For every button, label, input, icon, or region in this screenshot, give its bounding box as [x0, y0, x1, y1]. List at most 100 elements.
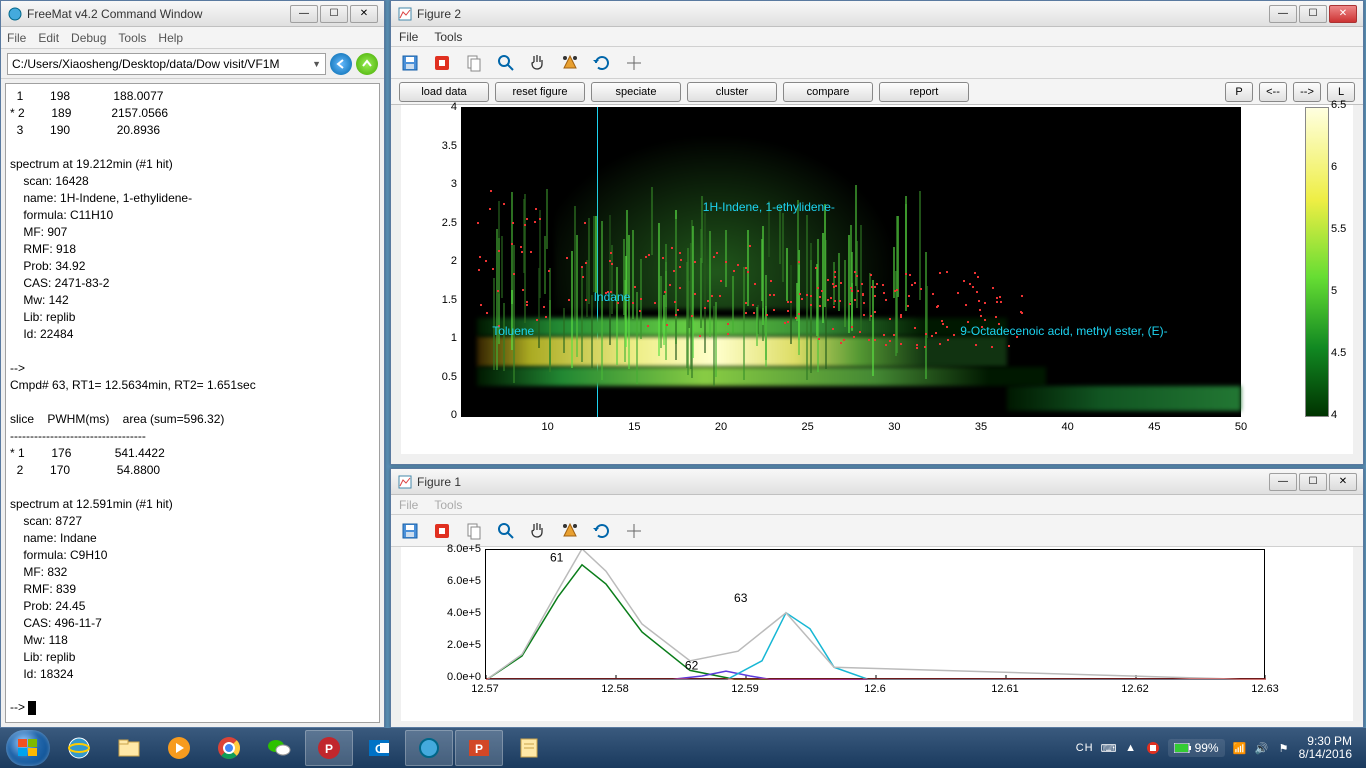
nav-next-button[interactable]: --> — [1293, 82, 1321, 102]
crosshair-icon[interactable] — [623, 52, 645, 74]
figure1-toolbar — [391, 515, 1363, 547]
line-chart[interactable]: 616263 — [485, 549, 1265, 679]
tray-app-icon[interactable] — [1146, 741, 1160, 755]
menu-file[interactable]: File — [399, 498, 418, 512]
system-tray: CH ⌨ ▲ 99% 📶 🔊 ⚑ 9:30 PM 8/14/2016 — [1068, 735, 1360, 761]
nav-prev-button[interactable]: <-- — [1259, 82, 1287, 102]
stop-icon[interactable] — [431, 520, 453, 542]
reset-view-icon[interactable] — [591, 520, 613, 542]
start-button[interactable] — [6, 730, 50, 766]
volume-icon[interactable]: 🔊 — [1255, 741, 1269, 755]
minimize-button[interactable]: — — [1269, 5, 1297, 23]
date: 8/14/2016 — [1299, 748, 1352, 761]
pan-icon[interactable] — [527, 520, 549, 542]
path-row: C:/Users/Xiaosheng/Desktop/data/Dow visi… — [1, 49, 384, 79]
maximize-button[interactable]: ☐ — [320, 5, 348, 23]
menu-file[interactable]: File — [399, 30, 418, 44]
menu-file[interactable]: File — [7, 31, 26, 45]
close-button[interactable]: ✕ — [1329, 473, 1357, 491]
figure2-actions: load data reset figure speciate cluster … — [391, 79, 1363, 105]
compare-button[interactable]: compare — [783, 82, 873, 102]
figure1-window: Figure 1 — ☐ ✕ File Tools 0.0e+02.0e+54.… — [390, 468, 1364, 728]
colorbar-ticks: 6.565.554.54 — [1331, 105, 1351, 417]
x-axis-ticks: 12.5712.5812.5912.612.6112.6212.63 — [485, 683, 1265, 701]
zoom-icon[interactable] — [495, 520, 517, 542]
zoom-icon[interactable] — [495, 52, 517, 74]
keyboard-icon[interactable]: ⌨ — [1102, 741, 1116, 755]
heatmap[interactable]: 1H-Indene, 1-ethylidene-IndaneToluene9-O… — [461, 107, 1241, 417]
taskbar-freemat[interactable] — [405, 730, 453, 766]
copy-icon[interactable] — [463, 52, 485, 74]
menu-tools[interactable]: Tools — [434, 30, 462, 44]
menu-help[interactable]: Help — [158, 31, 183, 45]
reset-view-icon[interactable] — [591, 52, 613, 74]
close-button[interactable]: ✕ — [350, 5, 378, 23]
report-button[interactable]: report — [879, 82, 969, 102]
menu-tools[interactable]: Tools — [434, 498, 462, 512]
pan-icon[interactable] — [527, 52, 549, 74]
close-button[interactable]: ✕ — [1329, 5, 1357, 23]
cluster-button[interactable]: cluster — [687, 82, 777, 102]
path-dropdown[interactable]: C:/Users/Xiaosheng/Desktop/data/Dow visi… — [7, 53, 326, 75]
speciate-button[interactable]: speciate — [591, 82, 681, 102]
language-indicator[interactable]: CH — [1076, 742, 1094, 754]
crosshair-icon[interactable] — [623, 520, 645, 542]
maximize-button[interactable]: ☐ — [1299, 473, 1327, 491]
menu-debug[interactable]: Debug — [71, 31, 106, 45]
chart-svg: 616263 — [486, 550, 1266, 680]
nav-back-button[interactable] — [330, 53, 352, 75]
flag-icon[interactable]: ⚑ — [1277, 741, 1291, 755]
minimize-button[interactable]: — — [1269, 473, 1297, 491]
taskbar-wechat[interactable] — [255, 730, 303, 766]
freemat-titlebar[interactable]: FreeMat v4.2 Command Window — ☐ ✕ — [1, 1, 384, 27]
taskbar-explorer[interactable] — [105, 730, 153, 766]
console-text: 1 198 188.0077 * 2 189 2157.0566 3 190 2… — [10, 89, 256, 681]
taskbar-chrome[interactable] — [205, 730, 253, 766]
svg-text:P: P — [325, 742, 333, 756]
battery-indicator[interactable]: 99% — [1168, 739, 1225, 757]
rotate-icon[interactable] — [559, 52, 581, 74]
windows-logo-icon — [18, 739, 38, 757]
save-icon[interactable] — [399, 52, 421, 74]
taskbar-powerpoint[interactable]: P — [455, 730, 503, 766]
tray-chevron-icon[interactable]: ▲ — [1124, 741, 1138, 755]
stop-icon[interactable] — [431, 52, 453, 74]
load-data-button[interactable]: load data — [399, 82, 489, 102]
svg-text:63: 63 — [734, 591, 748, 605]
copy-icon[interactable] — [463, 520, 485, 542]
freemat-menubar: File Edit Debug Tools Help — [1, 27, 384, 49]
y-axis-ticks: 0.0e+02.0e+54.0e+56.0e+58.0e+5 — [431, 547, 481, 679]
nav-p-button[interactable]: P — [1225, 82, 1253, 102]
nav-up-button[interactable] — [356, 53, 378, 75]
menu-edit[interactable]: Edit — [38, 31, 59, 45]
taskbar-notes[interactable] — [505, 730, 553, 766]
freemat-app-icon — [7, 6, 23, 22]
path-text: C:/Users/Xiaosheng/Desktop/data/Dow visi… — [12, 57, 279, 71]
minimize-button[interactable]: — — [290, 5, 318, 23]
y-axis-ticks: 00.511.522.533.54 — [431, 105, 457, 417]
figure1-title: Figure 1 — [417, 475, 1269, 489]
rotate-icon[interactable] — [559, 520, 581, 542]
figure1-titlebar[interactable]: Figure 1 — ☐ ✕ — [391, 469, 1363, 495]
figure1-plot[interactable]: 0.0e+02.0e+54.0e+56.0e+58.0e+5 616263 12… — [401, 547, 1353, 721]
freemat-window: FreeMat v4.2 Command Window — ☐ ✕ File E… — [0, 0, 385, 728]
colorbar — [1305, 107, 1329, 417]
save-icon[interactable] — [399, 520, 421, 542]
network-icon[interactable]: 📶 — [1233, 741, 1247, 755]
figure1-menubar: File Tools — [391, 495, 1363, 515]
svg-text:P: P — [475, 742, 483, 756]
console-output[interactable]: 1 198 188.0077 * 2 189 2157.0566 3 190 2… — [5, 83, 380, 723]
maximize-button[interactable]: ☐ — [1299, 5, 1327, 23]
figure2-menubar: File Tools — [391, 27, 1363, 47]
menu-tools[interactable]: Tools — [118, 31, 146, 45]
reset-figure-button[interactable]: reset figure — [495, 82, 585, 102]
clock[interactable]: 9:30 PM 8/14/2016 — [1299, 735, 1352, 761]
figure2-plot[interactable]: 00.511.522.533.54 1H-Indene, 1-ethyliden… — [401, 105, 1353, 454]
taskbar-outlook[interactable]: O — [355, 730, 403, 766]
taskbar-ie[interactable] — [55, 730, 103, 766]
figure2-titlebar[interactable]: Figure 2 — ☐ ✕ — [391, 1, 1363, 27]
taskbar-app-p[interactable]: P — [305, 730, 353, 766]
taskbar-mediaplayer[interactable] — [155, 730, 203, 766]
prompt: --> — [10, 700, 28, 714]
taskbar: P O P CH ⌨ ▲ 99% 📶 🔊 ⚑ 9:30 PM 8/14/2016 — [0, 728, 1366, 768]
